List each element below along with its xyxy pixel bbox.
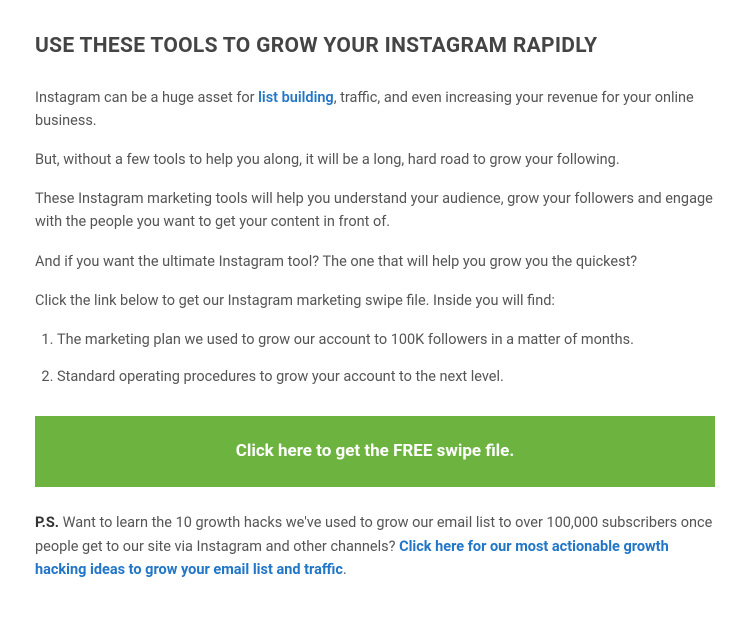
list-item: The marketing plan we used to grow our a… xyxy=(57,328,715,351)
ps-paragraph: P.S. Want to learn the 10 growth hacks w… xyxy=(35,511,715,581)
list-building-link[interactable]: list building xyxy=(258,89,334,106)
list-item: Standard operating procedures to grow yo… xyxy=(57,365,715,388)
text-fragment: Instagram can be a huge asset for xyxy=(35,89,258,106)
body-paragraph: These Instagram marketing tools will hel… xyxy=(35,187,715,233)
body-paragraph: But, without a few tools to help you alo… xyxy=(35,148,715,171)
body-paragraph: And if you want the ultimate Instagram t… xyxy=(35,250,715,273)
cta-swipe-file-button[interactable]: Click here to get the FREE swipe file. xyxy=(35,416,715,487)
ps-prefix: P.S. xyxy=(35,514,59,531)
page-heading: USE THESE TOOLS TO GROW YOUR INSTAGRAM R… xyxy=(35,30,715,64)
text-fragment: . xyxy=(343,561,347,578)
body-paragraph: Click the link below to get our Instagra… xyxy=(35,289,715,312)
swipe-file-list: The marketing plan we used to grow our a… xyxy=(35,328,715,388)
intro-paragraph: Instagram can be a huge asset for list b… xyxy=(35,86,715,132)
